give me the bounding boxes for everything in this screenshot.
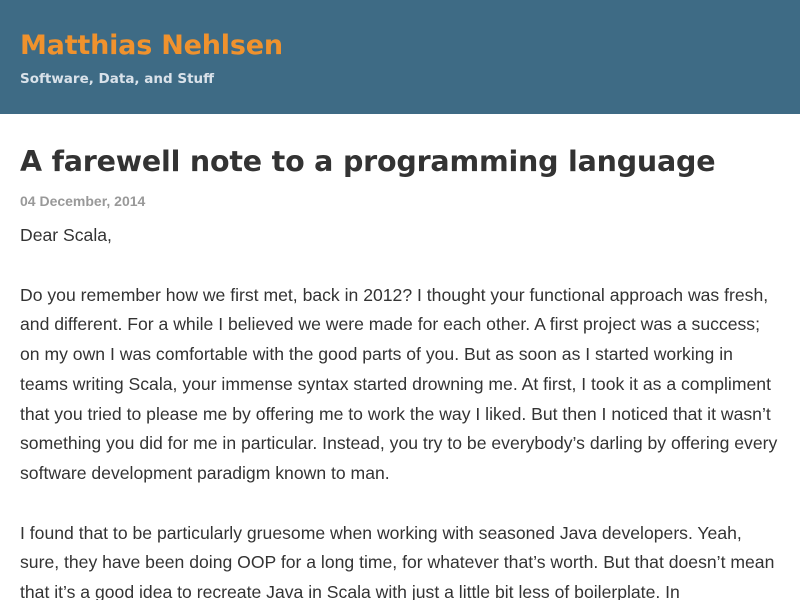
site-title-link[interactable]: Matthias Nehlsen [20,28,283,64]
post-date: 04 December, 2014 [20,193,146,209]
post-title: A farewell note to a programming languag… [20,145,716,178]
post-paragraph: I found that to be particularly gruesome… [20,522,775,600]
post-paragraph: Do you remember how we first met, back i… [20,284,778,483]
post-body: Dear Scala, Do you remember how we first… [20,221,780,600]
post-paragraph-salutation: Dear Scala, [20,225,112,245]
blog-post: A farewell note to a programming languag… [0,144,800,600]
site-header: Matthias Nehlsen Software, Data, and Stu… [0,0,800,114]
site-tagline: Software, Data, and Stuff [20,71,215,87]
